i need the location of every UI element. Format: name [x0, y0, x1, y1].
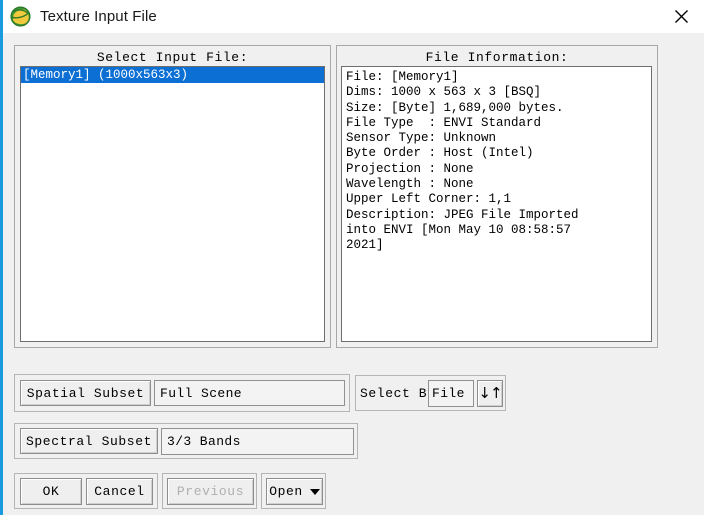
spatial-subset-group: Spatial Subset Full Scene	[14, 374, 350, 412]
select-by-group: Select By File ↓↑	[355, 375, 506, 411]
texture-input-file-dialog: Texture Input File Select Input File: [M…	[0, 0, 704, 515]
previous-button: Previous	[167, 478, 254, 505]
spectral-subset-group: Spectral Subset 3/3 Bands	[14, 423, 358, 459]
spatial-subset-value: Full Scene	[154, 380, 345, 406]
cancel-button[interactable]: Cancel	[86, 478, 153, 505]
open-group: Open	[261, 473, 326, 509]
select-by-label: Select By	[360, 385, 436, 401]
open-button[interactable]: Open	[266, 478, 323, 505]
list-item[interactable]: [Memory1] (1000x563x3)	[21, 67, 324, 83]
file-information-textbox: File: [Memory1] Dims: 1000 x 563 x 3 [BS…	[341, 66, 652, 342]
ok-button[interactable]: OK	[20, 478, 82, 505]
title-bar: Texture Input File	[3, 0, 704, 33]
select-input-file-heading: Select Input File:	[96, 50, 249, 65]
file-information-text: File: [Memory1] Dims: 1000 x 563 x 3 [BS…	[346, 70, 579, 253]
previous-group: Previous	[162, 473, 257, 509]
spectral-subset-button[interactable]: Spectral Subset	[20, 428, 158, 454]
select-by-toggle-button[interactable]: ↓↑	[477, 380, 503, 407]
chevron-down-icon	[309, 488, 320, 495]
spatial-subset-button[interactable]: Spatial Subset	[20, 380, 151, 406]
down-up-arrows-icon: ↓↑	[478, 384, 502, 402]
spectral-subset-value: 3/3 Bands	[161, 428, 354, 455]
close-icon[interactable]	[658, 0, 704, 33]
envi-globe-icon	[10, 6, 31, 27]
window-title: Texture Input File	[40, 8, 157, 25]
input-file-listbox[interactable]: [Memory1] (1000x563x3)	[20, 66, 325, 342]
file-information-heading: File Information:	[425, 50, 569, 65]
primary-actions-group: OK Cancel	[14, 473, 158, 509]
select-by-value[interactable]: File	[428, 380, 474, 407]
open-button-label: Open	[269, 484, 303, 499]
